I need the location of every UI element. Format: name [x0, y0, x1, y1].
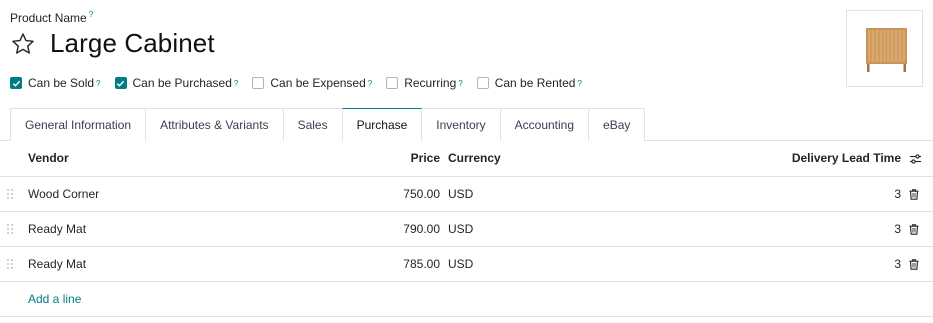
currency-cell[interactable]: USD [448, 211, 548, 247]
price-cell[interactable]: 790.00 [388, 211, 448, 247]
tab-ebay[interactable]: eBay [588, 108, 646, 141]
product-options: Can be Sold? Can be Purchased? Can be Ex… [10, 76, 596, 90]
title-row: Large Cabinet [10, 28, 215, 59]
tab-general-information[interactable]: General Information [10, 108, 147, 141]
sliders-toggle-icon[interactable] [909, 153, 922, 165]
price-cell[interactable]: 785.00 [388, 246, 448, 282]
currency-cell[interactable]: USD [448, 246, 548, 282]
notebook-tabs: General Information Attributes & Variant… [10, 108, 646, 141]
table-row[interactable]: Ready Mat 785.00 USD 3 [0, 246, 933, 282]
help-tooltip-icon[interactable]: ? [368, 79, 372, 88]
add-line-row: Add a line [0, 281, 933, 317]
checkbox-can-be-rented[interactable]: Can be Rented? [476, 76, 582, 90]
add-line-link[interactable]: Add a line [28, 281, 933, 317]
help-tooltip-icon[interactable]: ? [458, 79, 462, 88]
column-header-vendor[interactable]: Vendor [28, 141, 388, 177]
cabinet-image [866, 28, 907, 72]
checkbox-unchecked-icon[interactable] [252, 77, 265, 89]
checkbox-recurring[interactable]: Recurring? [386, 76, 463, 90]
checkbox-can-be-sold[interactable]: Can be Sold? [10, 76, 101, 90]
help-tooltip-icon[interactable]: ? [89, 10, 93, 19]
product-image[interactable] [846, 10, 923, 87]
checkbox-unchecked-icon[interactable] [476, 77, 489, 89]
tab-accounting[interactable]: Accounting [499, 108, 590, 141]
lead-time-cell[interactable]: 3 [548, 211, 909, 247]
drag-handle-icon[interactable] [7, 224, 13, 235]
lead-time-cell[interactable]: 3 [548, 176, 909, 212]
trash-icon[interactable] [909, 224, 919, 235]
vendor-table: Vendor Price Currency Delivery Lead Time… [0, 141, 933, 317]
help-tooltip-icon[interactable]: ? [96, 79, 100, 88]
trash-icon[interactable] [909, 189, 919, 200]
column-header-delivery-lead-time[interactable]: Delivery Lead Time [548, 141, 909, 177]
drag-handle-icon[interactable] [7, 189, 13, 200]
help-tooltip-icon[interactable]: ? [577, 79, 581, 88]
vendor-cell[interactable]: Ready Mat [28, 246, 388, 282]
vendor-cell[interactable]: Ready Mat [28, 211, 388, 247]
price-cell[interactable]: 750.00 [388, 176, 448, 212]
checkbox-can-be-purchased[interactable]: Can be Purchased? [114, 76, 238, 90]
currency-cell[interactable]: USD [448, 176, 548, 212]
tab-sales[interactable]: Sales [282, 108, 343, 141]
help-tooltip-icon[interactable]: ? [234, 79, 238, 88]
product-title[interactable]: Large Cabinet [50, 28, 215, 59]
trash-icon[interactable] [909, 259, 919, 270]
checkbox-checked-icon[interactable] [114, 77, 127, 89]
tab-purchase[interactable]: Purchase [341, 108, 423, 141]
checkbox-checked-icon[interactable] [10, 77, 22, 89]
tab-attributes-variants[interactable]: Attributes & Variants [145, 108, 284, 141]
product-name-label: Product Name? [10, 10, 94, 25]
table-row[interactable]: Wood Corner 750.00 USD 3 [0, 176, 933, 212]
tab-inventory[interactable]: Inventory [421, 108, 501, 141]
checkbox-unchecked-icon[interactable] [386, 77, 399, 89]
column-header-currency[interactable]: Currency [448, 141, 548, 177]
table-row[interactable]: Ready Mat 790.00 USD 3 [0, 211, 933, 247]
table-header: Vendor Price Currency Delivery Lead Time [0, 141, 933, 177]
vendor-cell[interactable]: Wood Corner [28, 176, 388, 212]
lead-time-cell[interactable]: 3 [548, 246, 909, 282]
drag-handle-icon[interactable] [7, 259, 13, 270]
star-outline-icon[interactable] [10, 31, 36, 57]
checkbox-can-be-expensed[interactable]: Can be Expensed? [252, 76, 372, 90]
column-header-price[interactable]: Price [388, 141, 448, 177]
